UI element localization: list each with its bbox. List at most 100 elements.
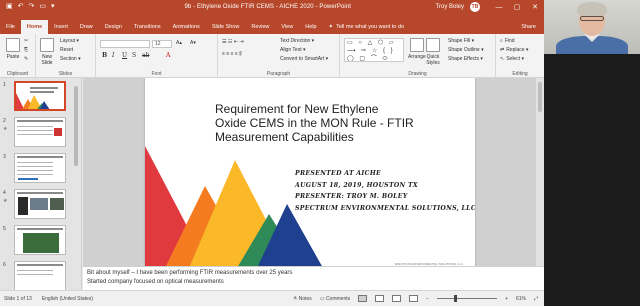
redo-icon[interactable]: ↷ [29,0,35,14]
slide-thumbnail[interactable] [14,153,66,183]
notes-pane[interactable]: Bit about myself – I have been performin… [83,266,544,290]
maximize-button[interactable]: ▢ [508,3,526,11]
paste-button[interactable]: Paste [6,38,20,60]
thumbnail-triangles [16,93,50,109]
font-size-field[interactable]: 12 [152,40,172,48]
tab-insert[interactable]: Insert [48,20,74,34]
star-icon: ★ [3,126,8,132]
tab-draw[interactable]: Draw [74,20,99,34]
zoom-out-button[interactable]: − [426,296,429,302]
font-name-field[interactable] [100,40,150,48]
fit-slide-icon[interactable]: ⤢ [534,296,538,302]
slide-title[interactable]: Requirement for New Ethylene Oxide CEMS … [215,102,455,144]
present-icon[interactable]: ▭ [39,0,46,14]
comments-button[interactable]: ▭ Comments [320,296,350,302]
tab-review[interactable]: Review [245,20,275,34]
thumbnail-title [17,120,63,122]
paste-label: Paste [6,54,20,60]
zoom-level[interactable]: 61% [516,296,526,302]
align-text-button[interactable]: Align Text ▾ [280,47,306,53]
normal-view-button[interactable] [358,295,368,302]
user-name[interactable]: Troy Boley [436,4,464,10]
notes-button[interactable]: ≜ Notes [293,296,312,302]
presenter-info[interactable]: PRESENTED AT AICHE AUGUST 18, 2019, HOUS… [295,168,475,214]
zoom-in-button[interactable]: + [505,296,508,302]
slide-sorter-button[interactable] [375,295,385,302]
current-slide[interactable]: Requirement for New Ethylene Oxide CEMS … [145,78,475,266]
scrollbar-thumb[interactable] [74,86,78,166]
grow-font-icon[interactable]: A▴ [176,40,182,46]
tab-animations[interactable]: Animations [167,20,206,34]
text-direction-button[interactable]: Text Direction ▾ [280,38,314,44]
minimize-button[interactable]: — [490,4,508,11]
italic-button[interactable]: I [112,52,114,59]
slide-thumbnail[interactable] [14,225,66,255]
slide-thumbnail[interactable] [14,81,66,111]
slide-thumbnail[interactable] [14,117,66,147]
bullets-icon[interactable]: ☰ ☷ ⇤ ⇥ [222,39,244,45]
presenter-line: PRESENTED AT AICHE [295,170,381,177]
tab-slide-show[interactable]: Slide Show [206,20,246,34]
thumbnail-row[interactable]: 5 [0,224,78,258]
zoom-knob[interactable] [454,295,458,302]
tab-help[interactable]: Help [299,20,322,34]
replace-button[interactable]: ⇄ Replace ▾ [500,47,528,53]
underline-button[interactable]: U [122,52,127,59]
tell-me-box[interactable]: ✦ Tell me what you want to do [329,20,404,34]
arrange-button[interactable]: Arrange [408,38,426,60]
presenter-line: PRESENTER: TROY M. BOLEY [295,193,408,200]
cut-icon[interactable]: ✂ [24,38,28,44]
layout-button[interactable]: Layout ▾ [60,38,79,44]
thumbnails-scrollbar[interactable] [73,78,79,290]
document-title: 9b - Ethylene Oxide FTIR CEMS - AICHE 20… [184,4,352,10]
select-button[interactable]: ↖ Select ▾ [500,56,524,62]
format-painter-icon[interactable]: ✎ [24,56,28,62]
avatar[interactable]: TB [470,2,480,12]
thumbnail-row[interactable]: 3 [0,152,78,186]
section-button[interactable]: Section ▾ [60,56,81,62]
language-indicator[interactable]: English (United States) [42,296,93,302]
tab-design[interactable]: Design [99,20,128,34]
tab-view[interactable]: View [275,20,299,34]
thumbnail-line [17,270,53,271]
find-button[interactable]: ⌕ Find [500,38,515,44]
tab-transitions[interactable]: Transitions [128,20,167,34]
shrink-font-icon[interactable]: A▾ [190,40,196,46]
share-button[interactable]: Share [521,20,536,34]
new-slide-button[interactable]: New Slide [40,38,54,66]
bold-button[interactable]: B [102,52,107,59]
thumbnail-title [17,192,63,194]
undo-icon[interactable]: ↶ [18,0,24,14]
reading-view-button[interactable] [392,295,402,302]
slide-thumbnail[interactable] [14,189,66,219]
strikethrough-button[interactable]: ab [142,52,149,59]
thumbnail-row[interactable]: 1 [0,80,78,114]
speaker-hair [577,2,607,16]
shape-outline-button[interactable]: Shape Outline ▾ [448,47,484,53]
slide-thumbnail[interactable] [14,261,66,290]
editing-scrollbar[interactable] [536,78,544,266]
close-button[interactable]: ✕ [526,3,544,11]
save-icon[interactable]: ▣ [6,0,13,14]
customize-qat-icon[interactable]: ▾ [51,0,55,14]
shapes-gallery[interactable]: ▭ ○ △ ⬡ ▱ ⟶ ⇨ ☆ { } ◯ ▢ ⌒ ⬭ [344,38,404,62]
thumbnail-row[interactable]: 4 ★ [0,188,78,222]
notes-line: Bit about myself – I have been performin… [87,270,293,276]
quick-styles-button[interactable]: Quick Styles [426,38,440,66]
tab-home[interactable]: Home [20,20,49,34]
shape-effects-button[interactable]: Shape Effects ▾ [448,56,483,62]
smartart-button[interactable]: Convert to SmartArt ▾ [280,56,328,62]
scrollbar-thumb[interactable] [538,82,542,112]
thumbnail-row[interactable]: 2 ★ [0,116,78,150]
reset-button[interactable]: Reset [60,47,73,53]
slide-counter: Slide 1 of 13 [4,295,32,302]
shape-fill-button[interactable]: Shape Fill ▾ [448,38,474,44]
slideshow-button[interactable] [409,295,419,302]
tab-file[interactable]: File [0,20,21,34]
font-color-button[interactable]: A [166,52,170,59]
copy-icon[interactable]: ⎘ [24,47,28,53]
align-icons[interactable]: ≡ ≡ ≡ ≡ ⫼ [222,51,242,57]
thumbnail-row[interactable]: 6 [0,260,78,290]
zoom-slider[interactable] [437,295,498,302]
shadow-button[interactable]: S [132,52,136,59]
